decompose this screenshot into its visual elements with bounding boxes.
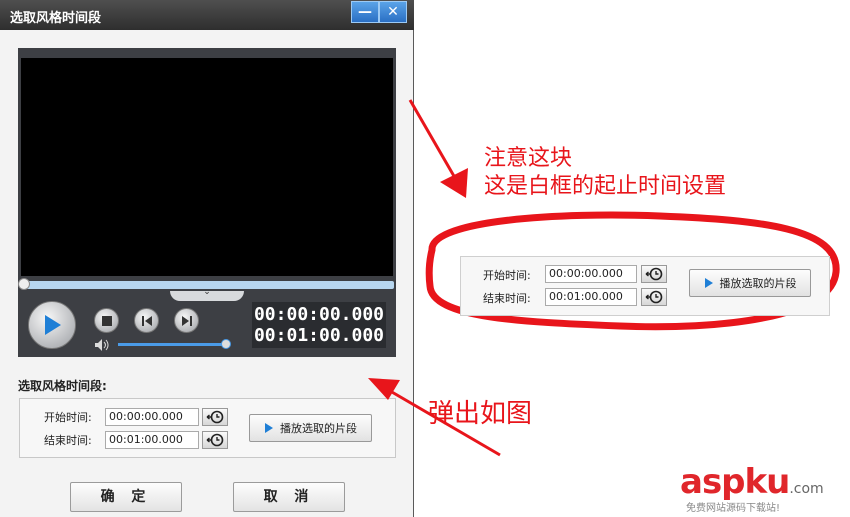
zoom-play-selection-button[interactable]: 播放选取的片段: [689, 269, 811, 297]
zoom-play-selection-label: 播放选取的片段: [719, 277, 797, 290]
annotation-arrow-down: [408, 99, 468, 198]
watermark-suffix: .com: [789, 481, 824, 497]
play-icon: [704, 278, 713, 288]
annotation-note-detail: 这是白框的起止时间设置: [484, 174, 727, 199]
zoom-set-end-time-button[interactable]: [641, 288, 667, 306]
set-time-icon: [645, 267, 663, 281]
zoom-set-start-time-button[interactable]: [641, 265, 667, 283]
watermark-brand: aspku: [680, 462, 790, 502]
zoom-end-time-label: 结束时间:: [483, 292, 531, 305]
zoom-start-time-label: 开始时间:: [483, 269, 531, 282]
annotation-note-popup: 弹出如图: [428, 399, 533, 429]
watermark-logo: aspku.com: [680, 462, 824, 502]
zoom-start-time-field[interactable]: 00:00:00.000: [545, 265, 637, 283]
set-time-icon: [645, 290, 663, 304]
watermark-tagline: 免费网站源码下载站!: [686, 503, 781, 514]
zoom-end-time-field[interactable]: 00:01:00.000: [545, 288, 637, 306]
zoomed-time-range-panel: 开始时间: 00:00:00.000 结束时间: 00:01:00.000 播放…: [460, 256, 830, 316]
